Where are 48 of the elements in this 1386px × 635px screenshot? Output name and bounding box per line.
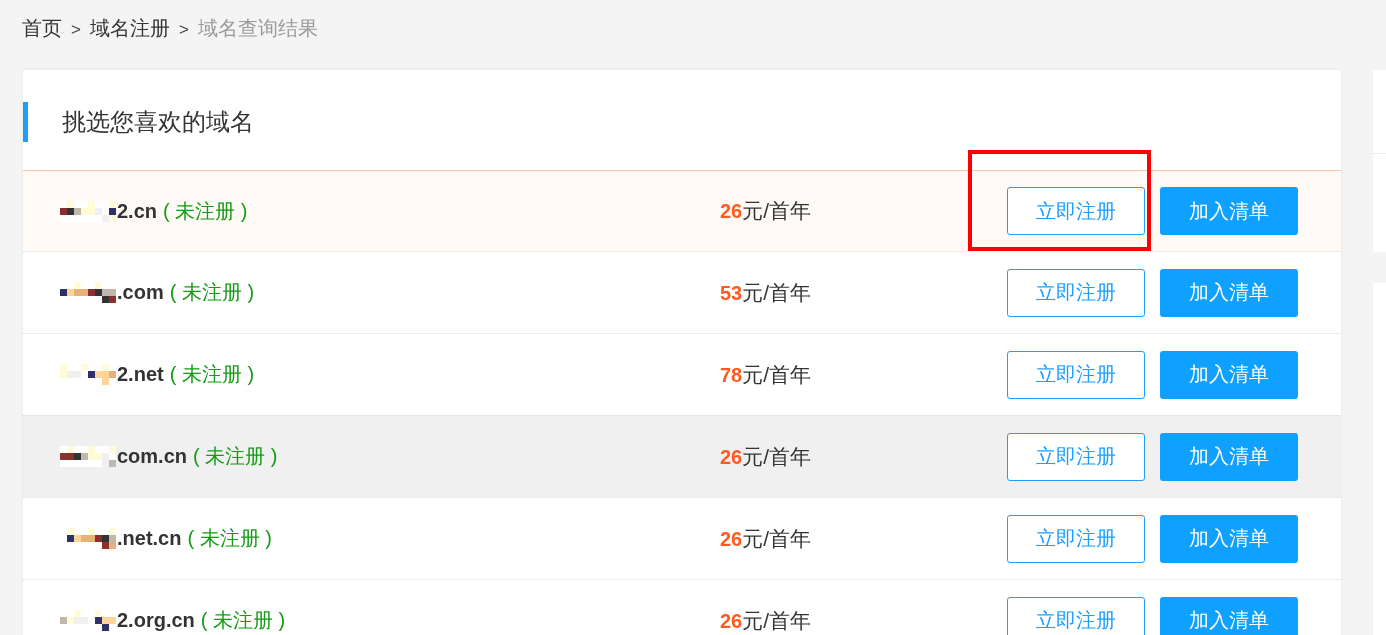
breadcrumb-separator: > (71, 18, 81, 40)
price-unit: 元/首年 (742, 361, 812, 388)
price-unit: 元/首年 (742, 443, 812, 470)
domain-name: .com (117, 281, 164, 304)
register-button[interactable]: 立即注册 (1007, 268, 1145, 317)
price-amount: 26 (720, 200, 743, 223)
price-amount: 53 (720, 281, 743, 305)
add-to-list-button[interactable]: 加入清单 (1160, 596, 1298, 635)
registration-status: ( 未注册 ) (200, 608, 286, 633)
add-to-list-button[interactable]: 加入清单 (1160, 187, 1298, 235)
register-button[interactable]: 立即注册 (1007, 596, 1145, 635)
price-amount: 26 (720, 609, 743, 633)
price-amount: 26 (720, 445, 743, 469)
mosaic-icon (60, 364, 116, 385)
mosaic-icon (60, 446, 116, 467)
breadcrumb-link[interactable]: 域名注册 (89, 14, 170, 42)
domain-name: 2.org.cn (117, 609, 195, 632)
registration-status: ( 未注册 ) (187, 526, 272, 551)
registration-status: ( 未注册 ) (169, 362, 255, 387)
breadcrumb-current: 域名查询结果 (197, 15, 318, 41)
add-to-list-button[interactable]: 加入清单 (1160, 350, 1298, 399)
registration-status: ( 未注册 ) (169, 280, 255, 305)
domain-name: 2.cn (117, 199, 158, 223)
breadcrumb-separator: > (178, 18, 189, 40)
register-button[interactable]: 立即注册 (1007, 514, 1145, 563)
add-to-list-button[interactable]: 加入清单 (1160, 268, 1298, 317)
accent-bar (23, 102, 28, 142)
domain-name: com.cn (117, 445, 188, 468)
domain-name: .net.cn (117, 527, 182, 550)
price-unit: 元/首年 (742, 279, 812, 306)
section-title: 挑选您喜欢的域名 (62, 107, 254, 137)
register-button[interactable]: 立即注册 (1007, 187, 1145, 235)
add-to-list-button[interactable]: 加入清单 (1160, 432, 1298, 481)
mosaic-icon (60, 610, 116, 631)
mosaic-icon (60, 282, 116, 303)
price-amount: 26 (720, 527, 743, 551)
price-unit: 元/首年 (742, 607, 812, 634)
mosaic-icon (60, 200, 116, 222)
price-unit: 元/首年 (742, 525, 812, 552)
register-button[interactable]: 立即注册 (1007, 350, 1145, 399)
add-to-list-button[interactable]: 加入清单 (1160, 514, 1298, 563)
breadcrumb-link[interactable]: 首页 (22, 14, 62, 42)
registration-status: ( 未注册 ) (163, 198, 248, 224)
domain-name: 2.net (117, 363, 164, 386)
price-unit: 元/首年 (742, 198, 812, 224)
price-amount: 78 (720, 363, 743, 387)
register-button[interactable]: 立即注册 (1007, 432, 1145, 481)
registration-status: ( 未注册 ) (193, 444, 278, 469)
